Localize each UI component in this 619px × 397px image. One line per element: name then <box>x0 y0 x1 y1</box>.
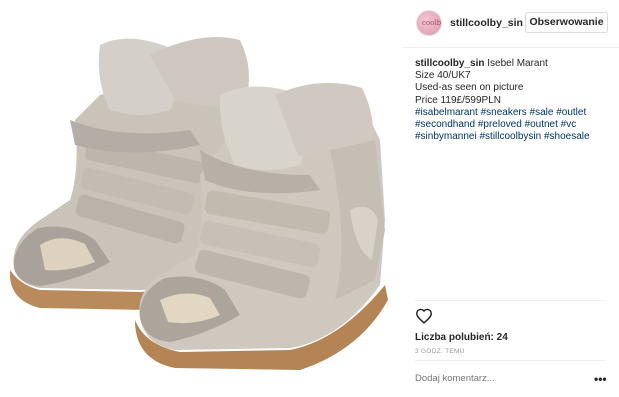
likes-count[interactable]: Liczba polubień: 24 <box>415 332 508 343</box>
sneakers-image <box>9 37 388 370</box>
hashtags-line-2[interactable]: #secondhand #preloved #outnet #vc <box>415 119 615 131</box>
hashtags-line-3[interactable]: #sinbymannei #stillcoolbysin #shoesale <box>415 131 615 143</box>
post-caption: stillcoolby_sin Isebel Marant Size 40/UK… <box>415 58 615 143</box>
caption-size: Size 40/UK7 <box>415 70 471 82</box>
caption-username[interactable]: stillcoolby_sin <box>415 58 484 69</box>
heart-icon[interactable] <box>415 308 433 324</box>
divider <box>415 300 606 301</box>
avatar-text: coolby <box>422 19 442 27</box>
profile-avatar-icon[interactable]: coolby <box>416 10 442 36</box>
post-photo[interactable] <box>0 0 402 397</box>
divider <box>415 360 606 361</box>
follow-button[interactable]: Obserwowanie <box>525 12 608 33</box>
post-header: coolby stillcoolby_sin Obserwowanie <box>402 0 619 48</box>
hashtags-line-1[interactable]: #isabelmarant #sneakers #sale #outlet <box>415 107 615 119</box>
caption-price: Price 119£/599PLN <box>415 94 501 106</box>
more-options-icon[interactable]: ••• <box>594 372 607 386</box>
comment-input[interactable] <box>415 373 575 384</box>
post-timestamp[interactable]: 3 GODZ. TEMU <box>415 348 465 355</box>
caption-brand: Isebel Marant <box>487 58 548 69</box>
post-sidebar: coolby stillcoolby_sin Obserwowanie stil… <box>402 0 619 397</box>
caption-line-1: stillcoolby_sin Isebel Marant <box>415 58 615 70</box>
caption-condition: Used-as seen on picture <box>415 82 524 94</box>
header-username[interactable]: stillcoolby_sin <box>450 17 523 29</box>
